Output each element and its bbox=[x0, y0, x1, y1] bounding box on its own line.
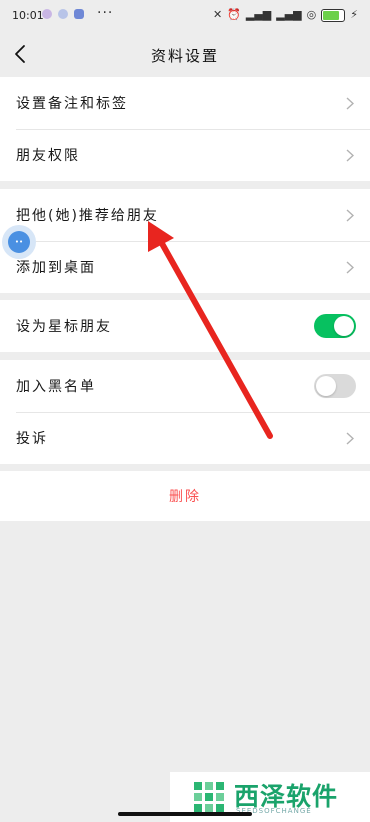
row-label: 设置备注和标签 bbox=[16, 96, 128, 112]
chevron-right-icon bbox=[346, 432, 354, 445]
more-notifications-icon: ··· bbox=[97, 5, 114, 21]
settings-group-star: 设为星标朋友 bbox=[0, 300, 370, 352]
row-label: 设为星标朋友 bbox=[16, 319, 112, 335]
home-indicator[interactable] bbox=[118, 812, 252, 816]
row-label: 把他(她)推荐给朋友 bbox=[16, 208, 159, 224]
assistant-icon: •• bbox=[8, 231, 30, 253]
app-notification-icon bbox=[58, 9, 68, 19]
add-to-desktop-row[interactable]: 添加到桌面 bbox=[0, 241, 370, 293]
notification-icons bbox=[42, 9, 84, 19]
battery-icon bbox=[321, 8, 346, 22]
nav-bar: 资料设置 bbox=[0, 34, 370, 76]
delete-label: 删除 bbox=[169, 489, 201, 505]
signal-icon: ▂▄▆ bbox=[276, 8, 302, 21]
row-label: 朋友权限 bbox=[16, 148, 80, 164]
row-label: 投诉 bbox=[16, 431, 48, 447]
set-remark-tags-row[interactable]: 设置备注和标签 bbox=[0, 77, 370, 129]
settings-group-notes: 设置备注和标签 朋友权限 bbox=[0, 77, 370, 181]
blacklist-toggle[interactable] bbox=[314, 374, 356, 398]
shield-icon bbox=[74, 9, 84, 19]
complain-row[interactable]: 投诉 bbox=[0, 412, 370, 464]
settings-group-share: 把他(她)推荐给朋友 添加到桌面 bbox=[0, 189, 370, 293]
app-notification-icon bbox=[42, 9, 52, 19]
status-bar: 10:01 ··· ✕ ⏰ ▂▄▆ ▂▄▆ ◎ ⚡ bbox=[0, 0, 370, 34]
signal-icon: ▂▄▆ bbox=[245, 8, 272, 21]
toggle-knob bbox=[334, 316, 354, 336]
star-friend-row: 设为星标朋友 bbox=[0, 300, 370, 352]
charging-icon: ⚡ bbox=[350, 8, 358, 21]
wifi-icon: ◎ bbox=[306, 8, 317, 21]
blacklist-row: 加入黑名单 bbox=[0, 360, 370, 412]
seeds-logo-icon bbox=[194, 782, 224, 812]
star-friend-toggle[interactable] bbox=[314, 314, 356, 338]
recommend-to-friend-row[interactable]: 把他(她)推荐给朋友 bbox=[0, 189, 370, 241]
row-label: 添加到桌面 bbox=[16, 260, 96, 276]
delete-button[interactable]: 删除 bbox=[0, 471, 370, 521]
chevron-right-icon bbox=[346, 97, 354, 110]
page-title: 资料设置 bbox=[150, 47, 219, 65]
chevron-right-icon bbox=[346, 149, 354, 162]
system-icons: ✕ ⏰ ▂▄▆ ▂▄▆ ◎ ⚡ bbox=[213, 8, 358, 22]
row-label: 加入黑名单 bbox=[16, 379, 96, 395]
friend-permissions-row[interactable]: 朋友权限 bbox=[0, 129, 370, 181]
floating-assistant-button[interactable]: •• bbox=[2, 225, 36, 259]
alarm-icon: ⏰ bbox=[227, 8, 241, 21]
chevron-right-icon bbox=[346, 261, 354, 274]
mute-icon: ✕ bbox=[212, 8, 223, 21]
toggle-knob bbox=[316, 376, 336, 396]
battery-level bbox=[323, 10, 339, 20]
status-time: 10:01 bbox=[12, 9, 44, 22]
chevron-right-icon bbox=[346, 209, 354, 222]
settings-group-block: 加入黑名单 投诉 bbox=[0, 360, 370, 464]
